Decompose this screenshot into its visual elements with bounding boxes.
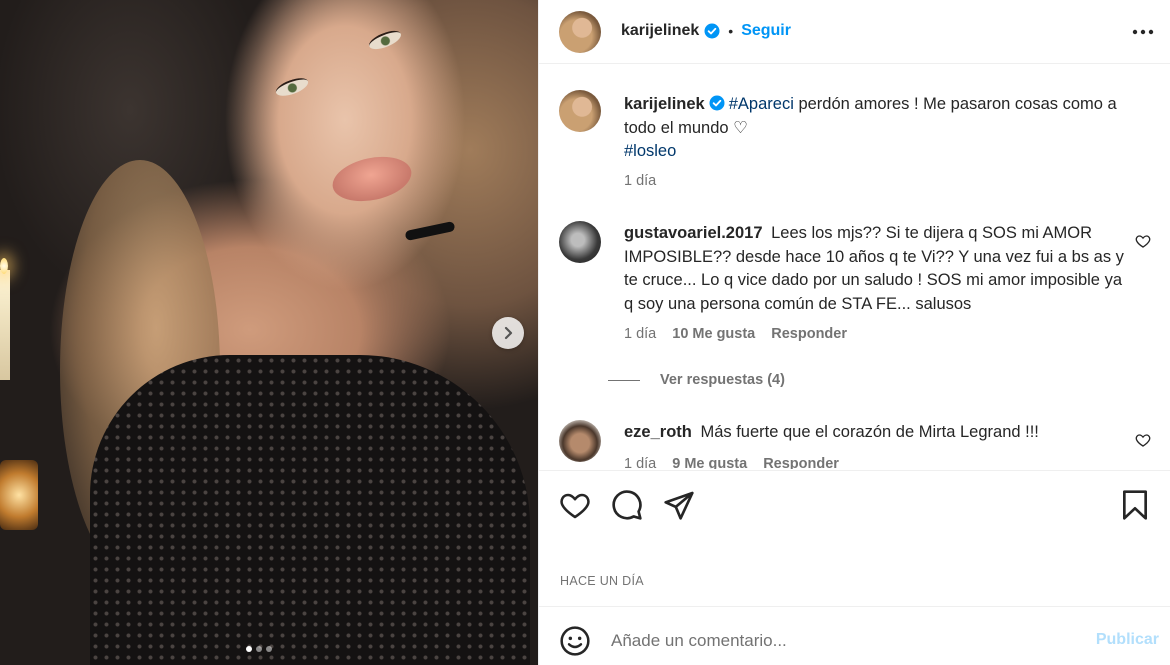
- post-header: karijelinek • Seguir: [539, 0, 1170, 64]
- photo-lamp: [0, 460, 38, 530]
- carousel-next-button[interactable]: [492, 317, 524, 349]
- reply-button[interactable]: Responder: [771, 326, 847, 342]
- comment-meta: 1 día 9 Me gusta Responder: [624, 456, 839, 469]
- heart-icon[interactable]: [1135, 432, 1151, 448]
- comments-list[interactable]: karijelinek #Apareci perdón amores ! Me …: [539, 65, 1170, 469]
- caption-hashtag-2[interactable]: #losleo: [624, 142, 676, 160]
- share-icon[interactable]: [663, 489, 695, 521]
- comment-body: gustavoariel.2017 Lees los mjs?? Si te d…: [624, 222, 1129, 316]
- caption-hashtag[interactable]: #Apareci: [729, 95, 794, 113]
- caption-meta: 1 día: [624, 173, 656, 189]
- comment-meta: 1 día 10 Me gusta Responder: [624, 326, 847, 342]
- heart-icon[interactable]: [1135, 233, 1151, 249]
- photo-eye-right: [366, 27, 404, 53]
- comment-body: eze_roth Más fuerte que el corazón de Mi…: [624, 421, 1129, 445]
- comment-time[interactable]: 1 día: [624, 456, 656, 469]
- view-replies-button[interactable]: Ver respuestas (4): [608, 372, 785, 388]
- carousel-dot: [256, 646, 262, 652]
- post-timestamp[interactable]: HACE UN DÍA: [560, 574, 644, 588]
- replies-divider: [608, 379, 640, 381]
- comment-composer: Publicar: [539, 606, 1170, 665]
- commenter-avatar[interactable]: [559, 420, 601, 462]
- post-media[interactable]: [0, 0, 538, 665]
- carousel-dots: [246, 646, 272, 652]
- more-options-button[interactable]: [1129, 20, 1157, 44]
- carousel-dot-active: [246, 646, 252, 652]
- reply-button[interactable]: Responder: [763, 456, 839, 469]
- caption-avatar[interactable]: [559, 90, 601, 132]
- photo-choker: [404, 220, 456, 242]
- photo-eye-left: [273, 74, 311, 100]
- photo-lace-top: [90, 355, 530, 665]
- caption-time[interactable]: 1 día: [624, 173, 656, 189]
- comment-icon[interactable]: [611, 489, 643, 521]
- view-replies-label: Ver respuestas (4): [660, 372, 785, 388]
- bookmark-icon[interactable]: [1119, 489, 1151, 521]
- caption-body: karijelinek #Apareci perdón amores ! Me …: [624, 93, 1129, 164]
- author-username[interactable]: karijelinek: [621, 22, 699, 40]
- comment-time[interactable]: 1 día: [624, 326, 656, 342]
- comment-likes[interactable]: 9 Me gusta: [672, 456, 747, 469]
- comment-username[interactable]: gustavoariel.2017: [624, 224, 763, 242]
- action-bar: [539, 470, 1170, 536]
- photo-lips: [328, 150, 416, 208]
- header-separator: •: [728, 23, 734, 39]
- photo-candle-flame: [0, 258, 8, 274]
- comment-likes[interactable]: 10 Me gusta: [672, 326, 755, 342]
- verified-badge-icon: [704, 23, 720, 39]
- author-avatar[interactable]: [559, 11, 601, 53]
- verified-badge-icon: [709, 95, 725, 111]
- comment-text: Más fuerte que el corazón de Mirta Legra…: [700, 423, 1039, 441]
- carousel-dot: [266, 646, 272, 652]
- emoji-icon[interactable]: [559, 625, 591, 657]
- publish-button[interactable]: Publicar: [1096, 631, 1159, 649]
- heart-icon[interactable]: [559, 489, 591, 521]
- caption-username[interactable]: karijelinek: [624, 95, 705, 113]
- comment-input[interactable]: [611, 627, 1071, 655]
- author-info: karijelinek • Seguir: [621, 22, 791, 40]
- photo-candle: [0, 270, 10, 380]
- more-options-icon: [1132, 29, 1154, 35]
- chevron-right-icon: [504, 326, 513, 340]
- comment-username[interactable]: eze_roth: [624, 423, 692, 441]
- commenter-avatar[interactable]: [559, 221, 601, 263]
- follow-button[interactable]: Seguir: [741, 22, 791, 40]
- post-details-panel: karijelinek • Seguir karijelinek #Aparec…: [538, 0, 1170, 665]
